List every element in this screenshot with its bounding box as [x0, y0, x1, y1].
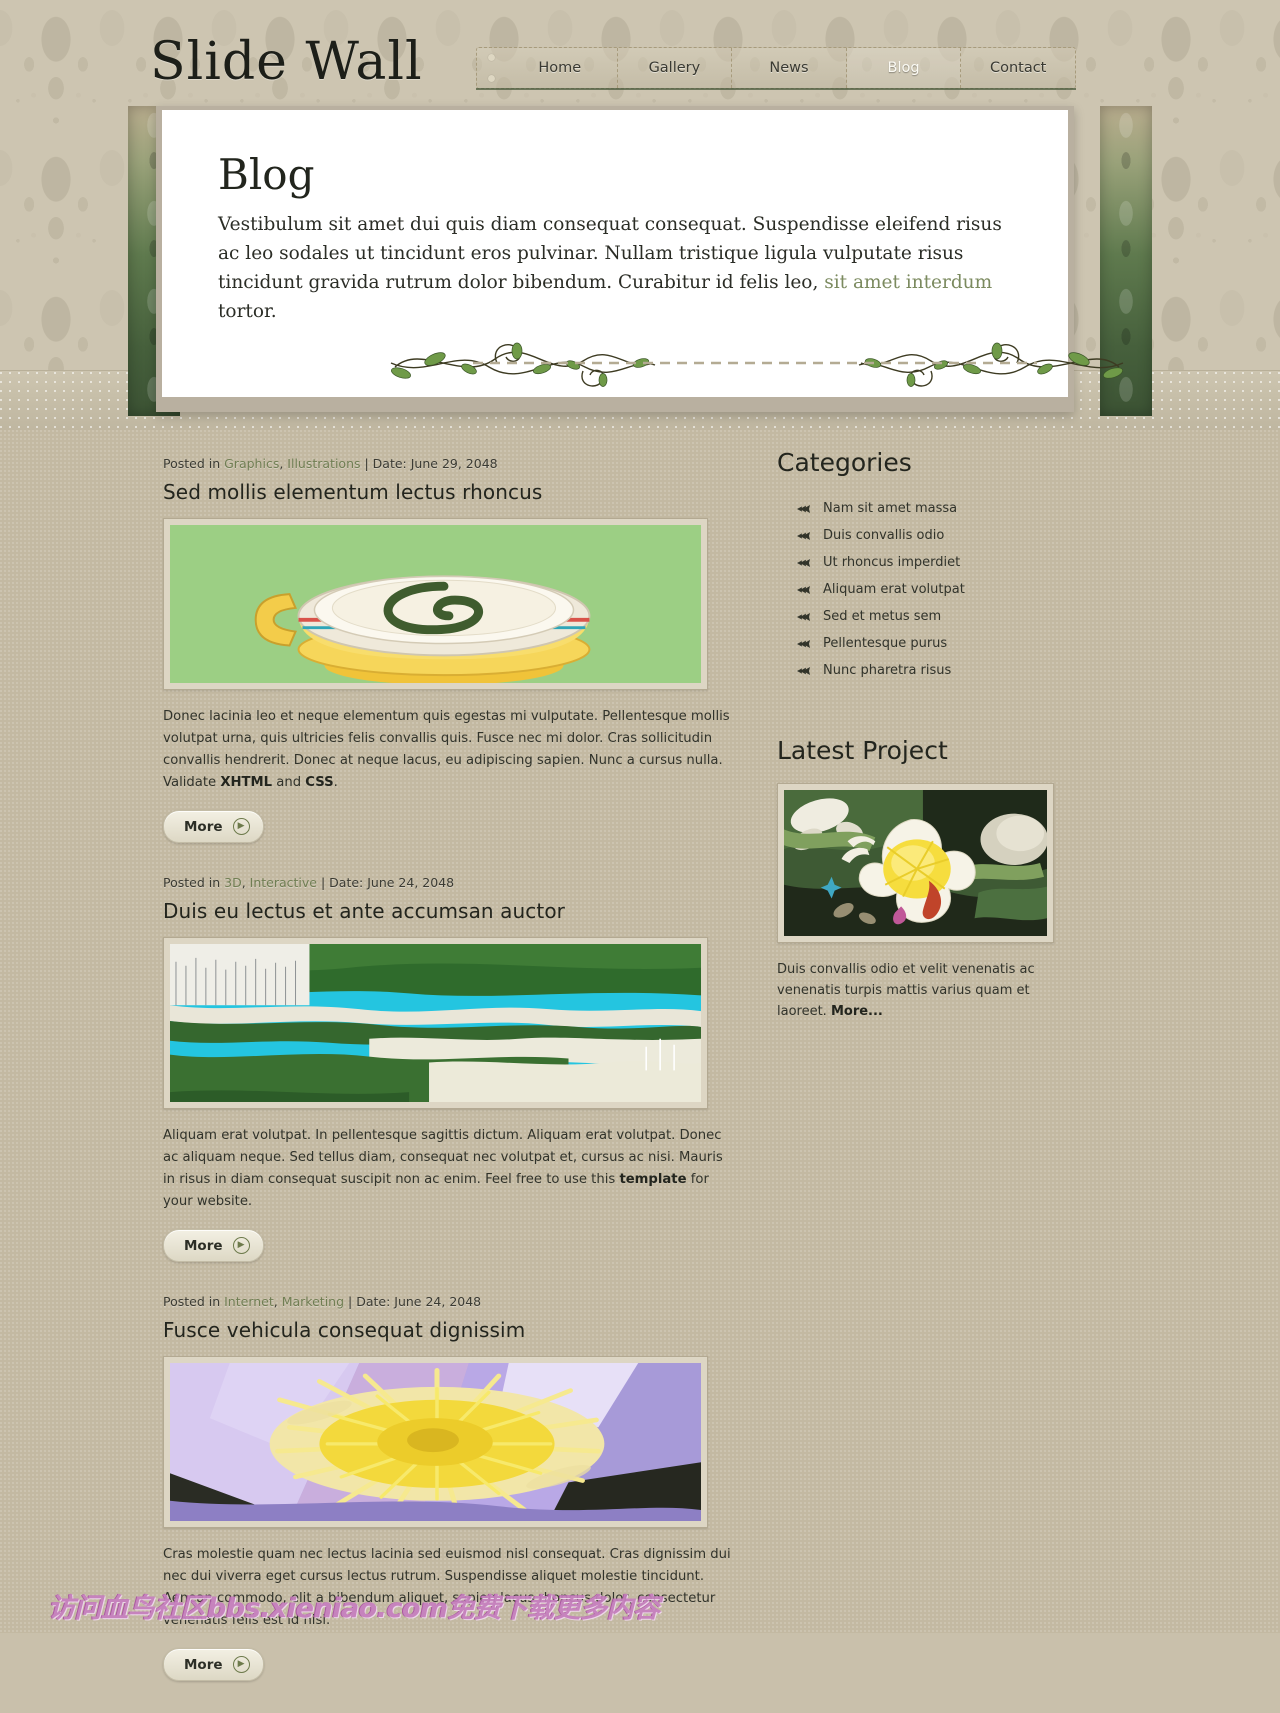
post-meta: Posted in Internet, Marketing | Date: Ju…	[163, 1294, 482, 1309]
more-button-label: More	[184, 1656, 223, 1673]
blog-post: Posted in Graphics, Illustrations | Date…	[163, 456, 738, 843]
post-body-end: .	[333, 775, 338, 790]
hero-panel: Blog Vestibulum sit amet dui quis diam c…	[162, 110, 1124, 397]
post-category-link[interactable]: Graphics	[224, 456, 279, 471]
watermark-overlay: 访问血鸟社区bbs.xieniao.com免费下载更多内容	[48, 1593, 660, 1624]
more-button[interactable]: More ▶	[163, 810, 264, 843]
blog-post: Posted in 3D, Interactive | Date: June 2…	[163, 875, 738, 1262]
post-meta: Posted in 3D, Interactive | Date: June 2…	[163, 875, 455, 890]
arrow-left-fleur-icon	[797, 612, 810, 621]
arrow-right-icon: ▶	[232, 1237, 250, 1254]
arrow-left-fleur-icon	[797, 558, 810, 567]
post-category-link[interactable]: Illustrations	[287, 456, 360, 471]
post-posted-in-label: Posted in	[163, 456, 225, 471]
post-date-label: | Date:	[344, 1294, 395, 1309]
post-body: Aliquam erat volutpat. In pellentesque s…	[163, 1125, 738, 1213]
post-body-mid: and	[272, 775, 306, 790]
post-category-link[interactable]: Interactive	[250, 875, 317, 890]
categories-title: Categories	[777, 448, 912, 477]
blog-post-list: Posted in Graphics, Illustrations | Date…	[163, 456, 738, 1713]
post-meta: Posted in Graphics, Illustrations | Date…	[163, 456, 498, 471]
post-body-bold-1: template	[619, 1172, 687, 1187]
hero-intro: Vestibulum sit amet dui quis diam conseq…	[218, 210, 1018, 326]
post-body: Donec lacinia leo et neque elementum qui…	[163, 706, 738, 794]
post-category-link[interactable]: Marketing	[282, 1294, 344, 1309]
post-title[interactable]: Fusce vehicula consequat dignissim	[163, 1318, 738, 1342]
arrow-left-fleur-icon	[797, 666, 810, 675]
category-label: Nunc pharetra risus	[823, 663, 952, 678]
post-thumbnail[interactable]	[163, 518, 708, 690]
latest-project-thumbnail[interactable]	[777, 783, 1054, 943]
post-date-label: | Date:	[360, 456, 411, 471]
yellow-flower-abstract	[170, 1363, 701, 1521]
sidebar-item-category[interactable]: Nunc pharetra risus	[797, 657, 1067, 684]
sidebar-item-category[interactable]: Aliquam erat volutpat	[797, 576, 1067, 603]
sidebar-item-category[interactable]: Duis convallis odio	[797, 522, 1067, 549]
more-button-label: More	[184, 1237, 223, 1254]
post-category-link[interactable]: 3D	[224, 875, 242, 890]
sidebar-item-category[interactable]: Sed et metus sem	[797, 603, 1067, 630]
category-label: Nam sit amet massa	[823, 501, 958, 516]
latest-project-text: Duis convallis odio et velit venenatis a…	[777, 959, 1062, 1022]
post-title[interactable]: Sed mollis elementum lectus rhoncus	[163, 480, 738, 504]
categories-list: Nam sit amet massa Duis convallis odio U…	[797, 495, 1067, 684]
main-navigation: Home Gallery News Blog Contact	[476, 47, 1076, 89]
nav-item-news[interactable]: News	[732, 48, 847, 88]
post-body-bold-1: XHTML	[220, 775, 273, 790]
sidebar: Categories Nam sit amet massa Duis conva…	[777, 448, 1067, 1035]
floral-vine-divider-icon	[390, 342, 1124, 387]
category-label: Ut rhoncus imperdiet	[823, 555, 961, 570]
post-posted-in-label: Posted in	[163, 875, 225, 890]
post-category-link[interactable]: Internet	[224, 1294, 274, 1309]
more-button[interactable]: More ▶	[163, 1229, 264, 1262]
site-logo[interactable]: Slide Wall	[150, 32, 423, 92]
arrow-left-fleur-icon	[797, 504, 810, 513]
more-button[interactable]: More ▶	[163, 1648, 264, 1681]
category-label: Duis convallis odio	[823, 528, 945, 543]
hero-intro-text-2: tortor.	[218, 301, 277, 322]
post-title[interactable]: Duis eu lectus et ante accumsan auctor	[163, 899, 738, 923]
arrow-right-icon: ▶	[232, 1656, 250, 1673]
post-date-label: | Date:	[317, 875, 368, 890]
sidebar-item-category[interactable]: Pellentesque purus	[797, 630, 1067, 657]
post-body-bold-2: CSS	[305, 775, 334, 790]
post-posted-in-label: Posted in	[163, 1294, 225, 1309]
nav-item-contact[interactable]: Contact	[961, 48, 1075, 88]
coastal-marina-photo	[170, 944, 701, 1102]
arrow-left-fleur-icon	[797, 531, 810, 540]
hero-intro-link[interactable]: sit amet interdum	[824, 272, 992, 293]
nav-item-gallery[interactable]: Gallery	[618, 48, 733, 88]
post-date: June 29, 2048	[410, 456, 498, 471]
nav-item-blog[interactable]: Blog	[846, 48, 962, 88]
sidebar-item-category[interactable]: Ut rhoncus imperdiet	[797, 549, 1067, 576]
latest-project-more-link[interactable]: More...	[831, 1004, 883, 1019]
white-flower-photo	[784, 790, 1047, 936]
nav-underline	[476, 88, 1076, 90]
coffee-cup-illustration	[170, 525, 701, 683]
more-button-label: More	[184, 818, 223, 835]
arrow-right-icon: ▶	[232, 818, 250, 835]
category-label: Aliquam erat volutpat	[823, 582, 965, 597]
latest-project-title: Latest Project	[777, 736, 948, 765]
sidebar-item-category[interactable]: Nam sit amet massa	[797, 495, 1067, 522]
category-label: Sed et metus sem	[823, 609, 942, 624]
latest-project-description: Duis convallis odio et velit venenatis a…	[777, 962, 1035, 1019]
nav-item-home[interactable]: Home	[503, 48, 618, 88]
post-thumbnail[interactable]	[163, 937, 708, 1109]
post-date: June 24, 2048	[367, 875, 455, 890]
category-label: Pellentesque purus	[823, 636, 948, 651]
page-title: Blog	[218, 150, 315, 199]
post-thumbnail[interactable]	[163, 1356, 708, 1528]
arrow-left-fleur-icon	[797, 639, 810, 648]
arrow-left-fleur-icon	[797, 585, 810, 594]
post-date: June 24, 2048	[394, 1294, 482, 1309]
